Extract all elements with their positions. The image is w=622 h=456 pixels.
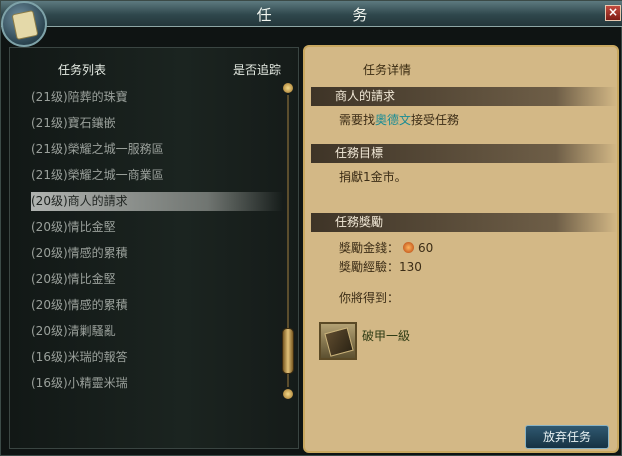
desc-prefix: 需要找 (339, 113, 376, 127)
close-button[interactable]: × (605, 5, 621, 21)
copper-coin-icon (403, 242, 415, 253)
quest-list-item[interactable]: (20级)情感的累積 (31, 244, 283, 263)
title-bar[interactable]: 任 务 (1, 1, 622, 27)
scroll-up-button[interactable] (283, 83, 293, 93)
reward-header: 任務獎勵 (311, 213, 617, 232)
quest-list-item[interactable]: (21级)榮耀之城一服務區 (31, 140, 283, 159)
quest-list-item[interactable]: (21级)榮耀之城一商業區 (31, 166, 283, 185)
reward-exp-value: 130 (399, 260, 422, 274)
quest-list-item[interactable]: (20级)情感的累積 (31, 296, 283, 315)
you-get-label: 你將得到： (339, 291, 400, 305)
quest-list-scrollbar[interactable] (282, 83, 294, 401)
quest-list-item[interactable]: (16级)小精靈米瑞 (31, 374, 283, 393)
reward-item-name: 破甲一級 (362, 329, 411, 343)
reward-money-label: 獎勵金錢： (339, 241, 400, 255)
objective-header: 任務目標 (311, 144, 617, 163)
quest-list-item[interactable]: (21级)陪葬的珠寶 (31, 88, 283, 107)
quest-description: 需要找奧德文接受任務 (339, 111, 459, 128)
reward-exp-label: 獎勵經驗： (339, 260, 400, 274)
scroll-down-button[interactable] (283, 389, 293, 399)
book-icon (324, 327, 354, 357)
quest-list-header: 任务列表 (58, 63, 107, 77)
quest-list-item[interactable]: (20级)情比金堅 (31, 270, 283, 289)
detail-title: 任务详情 (363, 63, 412, 77)
reward-exp: 獎勵經驗：130 (339, 258, 422, 275)
quest-list-item[interactable]: (20级)清剿騷亂 (31, 322, 283, 341)
desc-suffix: 接受任務 (411, 113, 460, 127)
abandon-quest-button[interactable]: 放弃任务 (525, 425, 609, 449)
quest-list-item[interactable]: (20级)情比金堅 (31, 218, 283, 237)
quest-list-item[interactable]: (16级)米瑞的報答 (31, 348, 283, 367)
reward-item-slot[interactable] (319, 322, 357, 360)
scroll-icon (11, 9, 39, 41)
quest-list-item[interactable]: (20级)商人的請求 (31, 192, 283, 211)
tracking-header: 是否追踪 (233, 63, 282, 77)
scroll-thumb[interactable] (282, 328, 294, 374)
reward-money-value: 60 (418, 241, 434, 255)
npc-link[interactable]: 奧德文 (375, 113, 411, 127)
quest-list-item[interactable]: (21级)寶石鑲嵌 (31, 114, 283, 133)
reward-money: 獎勵金錢： 60 (339, 239, 433, 256)
objective-text: 捐獻1金市。 (339, 170, 407, 184)
quest-window: 任 务 × 任务列表 是否追踪 (21级)陪葬的珠寶 (21级)寶石鑲嵌 (21级)… (0, 0, 622, 456)
window-title: 任 务 (256, 6, 406, 24)
quest-scroll-icon (1, 1, 47, 47)
quest-name-header: 商人的請求 (311, 87, 617, 106)
